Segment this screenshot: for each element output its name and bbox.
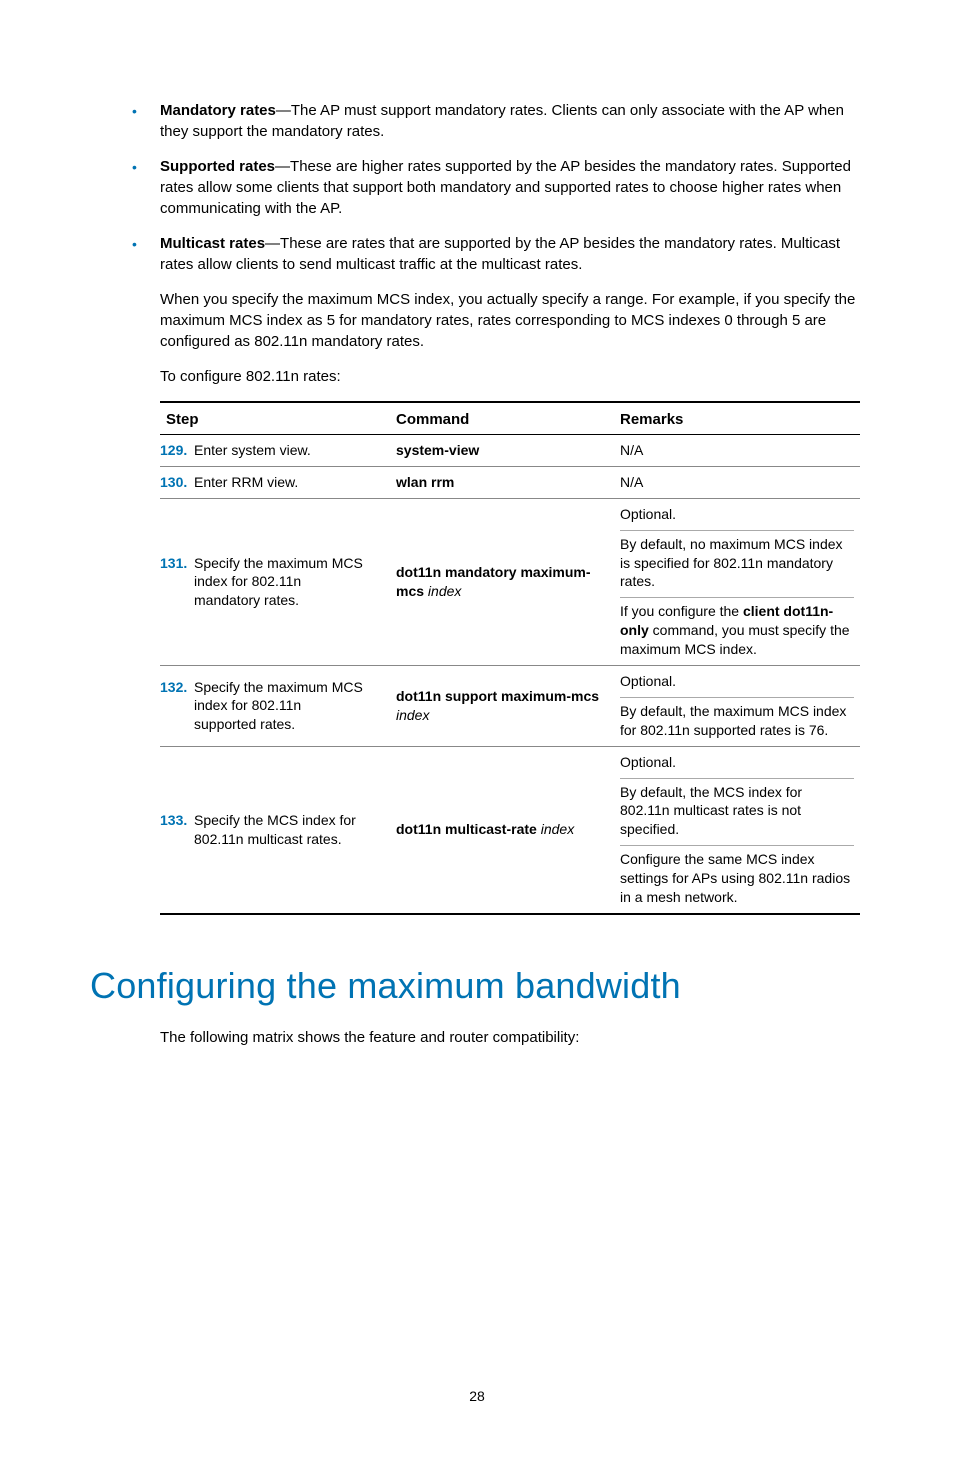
list-item: Supported rates—These are higher rates s… [160, 156, 864, 219]
list-item: Multicast rates—These are rates that are… [160, 233, 864, 275]
step-num: 133. [160, 811, 194, 830]
step-num: 129. [160, 441, 194, 460]
step-text: Specify the maximum MCS index for 802.11… [194, 554, 364, 611]
th-remarks: Remarks [614, 402, 860, 435]
remark: N/A [620, 473, 854, 492]
remark: Optional. [620, 672, 854, 691]
step-num: 131. [160, 554, 194, 573]
step-num: 130. [160, 473, 194, 492]
step-text: Specify the MCS index for 802.11n multic… [194, 811, 364, 849]
rate-label: Multicast rates [160, 235, 265, 252]
remark: N/A [620, 441, 854, 460]
cmd-bold: dot11n multicast-rate [396, 821, 537, 837]
table-row: 130.Enter RRM view. wlan rrm N/A [160, 466, 860, 498]
table-row: 129.Enter system view. system-view N/A [160, 435, 860, 467]
section-heading: Configuring the maximum bandwidth [90, 965, 864, 1007]
mcs-range-paragraph: When you specify the maximum MCS index, … [160, 289, 864, 352]
rate-label: Supported rates [160, 158, 275, 175]
step-num: 132. [160, 678, 194, 697]
configure-intro: To configure 802.11n rates: [160, 366, 864, 387]
step-text: Enter RRM view. [194, 473, 364, 492]
remark: By default, no maximum MCS index is spec… [620, 535, 854, 592]
cmd-arg: index [396, 707, 429, 723]
config-table: Step Command Remarks 129.Enter system vi… [160, 401, 860, 915]
remark: Configure the same MCS index settings fo… [620, 850, 854, 907]
cmd-bold: dot11n mandatory maximum-mcs [396, 564, 591, 599]
page-number: 28 [90, 1388, 864, 1404]
remark: Optional. [620, 753, 854, 772]
rate-types-list: Mandatory rates—The AP must support mand… [90, 100, 864, 275]
table-row: 132.Specify the maximum MCS index for 80… [160, 666, 860, 747]
remark: By default, the MCS index for 802.11n mu… [620, 783, 854, 840]
cmd-bold: dot11n support maximum-mcs [396, 688, 599, 704]
cmd-arg: index [428, 583, 461, 599]
remark: Optional. [620, 505, 854, 524]
matrix-intro: The following matrix shows the feature a… [160, 1027, 864, 1048]
step-text: Enter system view. [194, 441, 364, 460]
list-item: Mandatory rates—The AP must support mand… [160, 100, 864, 142]
cmd-bold: system-view [396, 442, 479, 458]
table-row: 133.Specify the MCS index for 802.11n mu… [160, 746, 860, 914]
remark: By default, the maximum MCS index for 80… [620, 702, 854, 740]
remark: If you configure the client dot11n-only … [620, 602, 854, 659]
th-step: Step [160, 402, 390, 435]
table-row: 131.Specify the maximum MCS index for 80… [160, 498, 860, 665]
cmd-arg: index [541, 821, 574, 837]
cmd-bold: wlan rrm [396, 474, 454, 490]
rate-label: Mandatory rates [160, 102, 276, 119]
step-text: Specify the maximum MCS index for 802.11… [194, 678, 364, 735]
th-command: Command [390, 402, 614, 435]
